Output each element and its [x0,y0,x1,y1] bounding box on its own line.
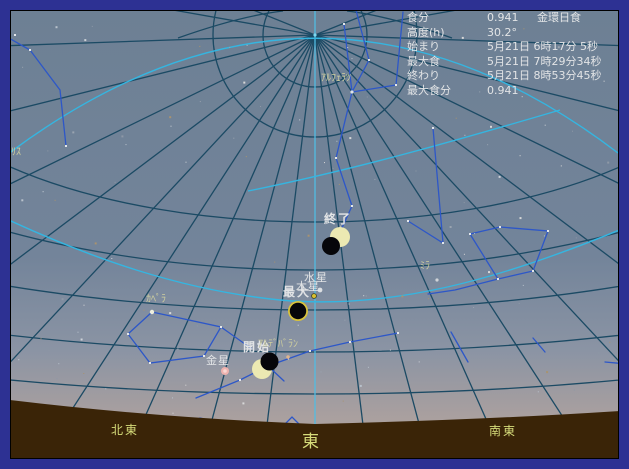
aldebaran-label: ｱﾙﾃﾞﾊﾞﾗﾝ [258,340,298,350]
clipped-star-label: ﾘｽ [11,148,21,158]
venus-dot-core [223,369,227,373]
direction-northeast: 北東 [111,424,139,436]
star-aldebaran [286,355,290,359]
venus-label: 金星 [206,355,230,366]
info-row-value: 5月21日 8時53分45秒 [487,70,602,81]
mira-label: ﾐﾗ [420,262,430,272]
star-capella [150,310,154,314]
zenith-point [313,33,316,36]
info-row-value: 0.941 [487,12,519,23]
direction-southeast: 南東 [489,425,517,437]
star-mira [435,278,438,281]
star-alpheratz [350,90,353,93]
info-row-label: 最大食 [407,56,440,67]
mercury-dot [312,294,317,299]
planetarium-window: 食分 0.941 金環日食 高度(h) 30.2° 始まり 5月21日 6時17… [0,0,629,469]
info-row-label: 高度(h) [407,27,445,38]
info-row-value: 5月21日 6時17分 5秒 [487,41,598,52]
info-row-value: 0.941 [487,85,519,96]
info-row-label: 始まり [407,41,440,52]
info-row-value: 30.2° [487,27,517,38]
eclipse-end-label: 終了 [324,213,352,225]
info-row-label: 最大食分 [407,85,451,96]
info-row-label: 食分 [407,12,429,23]
capella-label: ｶﾍﾟﾗ [146,295,166,305]
mercury-label: 水星 [304,272,328,283]
direction-east: 東 [302,434,320,451]
info-row-label: 終わり [407,70,440,81]
info-row-value: 5月21日 7時29分34秒 [487,56,602,67]
alpheratz-label: ｱﾙﾌｪﾗﾂ [321,74,351,84]
info-row-note: 金環日食 [537,12,581,23]
eclipse-max-marker [288,301,308,321]
